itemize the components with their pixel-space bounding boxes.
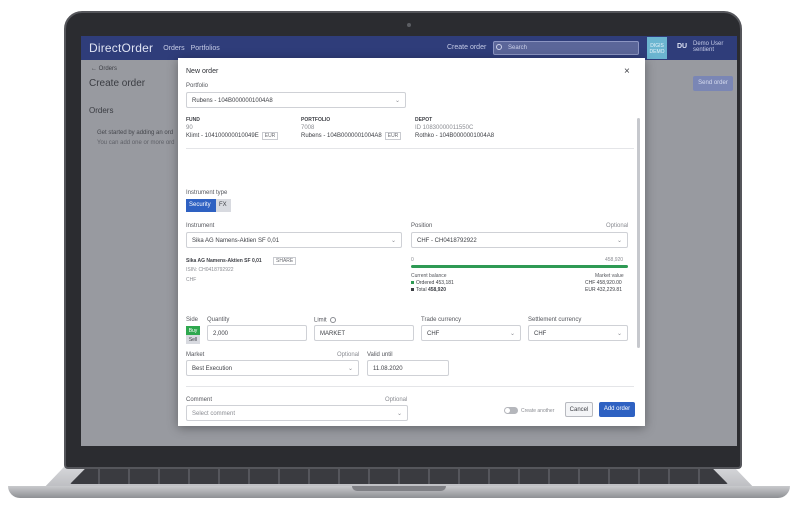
comment-label: Comment bbox=[186, 397, 213, 403]
instrument-label: Instrument bbox=[186, 223, 215, 229]
settlement-currency-select[interactable]: CHF ⌄ bbox=[528, 325, 628, 341]
current-balance-label: Current balance bbox=[411, 273, 447, 279]
market-optional: Optional bbox=[337, 352, 360, 358]
chevron-down-icon: ⌄ bbox=[616, 238, 622, 244]
comment-select[interactable]: Select comment ⌄ bbox=[186, 405, 408, 421]
quantity-label: Quantity bbox=[207, 317, 230, 323]
add-order-button[interactable]: Add order bbox=[599, 402, 635, 417]
fund-label: FUND bbox=[186, 117, 200, 123]
market-label: Market bbox=[186, 352, 205, 358]
position-select-value: CHF - CH0418792922 bbox=[417, 238, 477, 244]
chevron-down-icon: ⌄ bbox=[616, 331, 622, 337]
valid-until-field[interactable]: 11.08.2020 bbox=[367, 360, 449, 376]
cancel-button[interactable]: Cancel bbox=[565, 402, 593, 417]
search-icon bbox=[496, 44, 502, 50]
balance-bar-min: 0 bbox=[411, 257, 414, 263]
back-link[interactable]: ← Orders bbox=[91, 66, 117, 72]
portfolio-currency-badge: EUR bbox=[384, 132, 402, 140]
depot-id: ID 10830000011550C bbox=[415, 125, 474, 131]
send-order-button[interactable]: Send order bbox=[693, 76, 733, 91]
divider bbox=[186, 148, 634, 149]
nav-create-order[interactable]: Create order bbox=[447, 44, 486, 51]
position-optional: Optional bbox=[606, 223, 629, 229]
side-buy-toggle[interactable]: Buy bbox=[186, 326, 200, 335]
ordered-row: Ordered 453,181 bbox=[411, 280, 454, 286]
laptop-notch bbox=[352, 486, 446, 491]
depot-name: Rothko - 104B0000001004A8 bbox=[415, 133, 495, 139]
empty-state-text: You can add one or more ord bbox=[97, 140, 175, 146]
search-input[interactable]: Search bbox=[493, 41, 639, 55]
comment-optional: Optional bbox=[385, 397, 408, 403]
total-row: Total 458,920 bbox=[411, 287, 446, 293]
instrument-currency: CHF bbox=[186, 277, 197, 283]
chevron-down-icon: ⌄ bbox=[394, 98, 400, 104]
market-select[interactable]: Best Execution ⌄ bbox=[186, 360, 359, 376]
nav-portfolios[interactable]: Portfolios bbox=[191, 45, 220, 52]
settlement-currency-label: Settlement currency bbox=[528, 317, 582, 323]
quantity-field[interactable]: 2,000 bbox=[207, 325, 307, 341]
portfolio-name: Rubens - 104B0000001004A8 EUR bbox=[301, 132, 402, 140]
chevron-down-icon: ⌄ bbox=[347, 366, 353, 372]
market-value-chf: CHF 458,920.00 bbox=[585, 280, 622, 286]
position-select[interactable]: CHF - CH0418792922 ⌄ bbox=[411, 232, 628, 248]
limit-field[interactable]: MARKET bbox=[314, 325, 414, 341]
app-tile[interactable]: DIGIS DEMO bbox=[647, 37, 667, 59]
portfolio-id: 7008 bbox=[301, 125, 315, 131]
limit-label: Limit bbox=[314, 317, 336, 324]
fund-id: 90 bbox=[186, 125, 193, 131]
scrollbar[interactable] bbox=[637, 118, 640, 348]
portfolio-label: Portfolio bbox=[186, 83, 209, 89]
instrument-type-badge: SHARE bbox=[273, 257, 297, 265]
fund-name: Klimt - 104100000010049E EUR bbox=[186, 132, 279, 140]
orders-heading: Orders bbox=[89, 106, 114, 115]
avatar[interactable]: DU bbox=[677, 43, 687, 50]
fund-currency-badge: EUR bbox=[261, 132, 279, 140]
chevron-down-icon: ⌄ bbox=[396, 411, 402, 417]
empty-state-title: Get started by adding an ord bbox=[97, 130, 174, 136]
portfolio-select-value: Rubens - 104B0000001004A8 bbox=[192, 98, 273, 104]
user-menu[interactable]: Demo User sentient bbox=[693, 41, 723, 53]
market-select-value: Best Execution bbox=[192, 366, 233, 372]
chevron-down-icon: ⌄ bbox=[390, 238, 396, 244]
app-screen: DirectOrder Orders Portfolios Create ord… bbox=[81, 36, 737, 446]
user-sub: sentient bbox=[693, 47, 715, 53]
new-order-dialog: New order × Portfolio Rubens - 104B00000… bbox=[178, 58, 645, 426]
market-value-label: Market value bbox=[595, 273, 624, 279]
chevron-down-icon: ⌄ bbox=[509, 331, 515, 337]
settlement-currency-value: CHF bbox=[534, 331, 547, 337]
market-value-eur: EUR 432,229.81 bbox=[585, 287, 622, 293]
trade-currency-label: Trade currency bbox=[421, 317, 462, 323]
portfolio-info-label: PORTFOLIO bbox=[301, 117, 331, 123]
position-label: Position bbox=[411, 223, 433, 229]
close-icon[interactable]: × bbox=[624, 66, 630, 77]
instrument-type-fx[interactable]: FX bbox=[216, 199, 231, 212]
trade-currency-value: CHF bbox=[427, 331, 440, 337]
info-icon bbox=[329, 317, 336, 323]
laptop-mockup: DirectOrder Orders Portfolios Create ord… bbox=[0, 0, 798, 509]
instrument-type-security[interactable]: Security bbox=[186, 199, 216, 212]
comment-select-placeholder: Select comment bbox=[192, 411, 236, 417]
divider bbox=[186, 386, 634, 387]
side-sell-toggle[interactable]: Sell bbox=[186, 335, 200, 344]
brand-logo[interactable]: DirectOrder bbox=[89, 41, 153, 55]
balance-bar-max: 458,920 bbox=[605, 257, 624, 263]
instrument-name: Sika AG Namens-Aktien SF 0,01 bbox=[186, 258, 262, 264]
depot-label: DEPOT bbox=[415, 117, 433, 123]
instrument-select-value: Sika AG Namens-Aktien SF 0,01 bbox=[192, 238, 280, 244]
side-label: Side bbox=[186, 317, 199, 323]
nav-orders[interactable]: Orders bbox=[163, 45, 184, 52]
trade-currency-select[interactable]: CHF ⌄ bbox=[421, 325, 521, 341]
dialog-title: New order bbox=[186, 68, 219, 75]
camera-dot bbox=[407, 23, 411, 27]
create-another-label: Create another bbox=[521, 408, 555, 414]
balance-progress-bar bbox=[411, 265, 628, 268]
portfolio-select[interactable]: Rubens - 104B0000001004A8 ⌄ bbox=[186, 92, 406, 108]
instrument-select[interactable]: Sika AG Namens-Aktien SF 0,01 ⌄ bbox=[186, 232, 402, 248]
instrument-type-label: Instrument type bbox=[186, 190, 228, 196]
instrument-isin: ISIN: CH0418792922 bbox=[186, 267, 234, 273]
page-title: Create order bbox=[89, 78, 146, 89]
valid-until-label: Valid until bbox=[367, 352, 393, 358]
create-another-toggle[interactable] bbox=[504, 407, 518, 414]
